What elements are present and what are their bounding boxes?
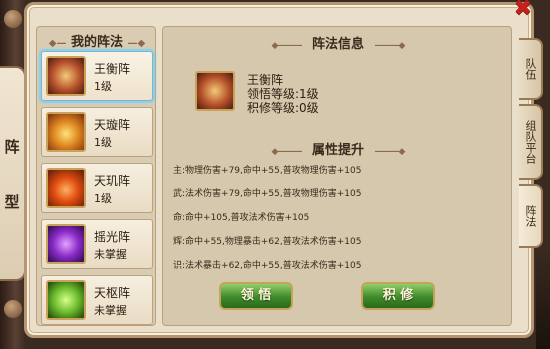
attribute-line: 武:法术伤害+79,命中+55,普攻物理伤害+105	[173, 189, 362, 199]
formation-level: 未掌握	[94, 248, 127, 261]
formation-list-title: ◆— 我的阵法 —◆	[37, 31, 157, 50]
tab-team[interactable]: 队伍	[519, 38, 543, 100]
formation-item-yaoguang[interactable]: 摇光阵 未掌握	[41, 219, 153, 269]
formation-info-title-text: 阵法信息	[311, 37, 364, 52]
formation-list-title-text: 我的阵法	[70, 35, 123, 50]
tab-formation[interactable]: 阵法	[519, 184, 543, 248]
formation-name: 天玑阵	[94, 174, 131, 188]
tab-team-platform[interactable]: 组队平台	[519, 104, 543, 180]
tab-formation-label: 阵法	[524, 205, 537, 227]
wangheng-formation-icon	[195, 71, 235, 111]
formation-item-wangheng[interactable]: 王衡阵 1级	[41, 51, 153, 101]
formation-list-panel: ◆— 我的阵法 —◆ 王衡阵 1级 天璇阵 1级 天玑阵 1级 摇光阵 未掌握 …	[36, 26, 156, 326]
side-tab-formation[interactable]: 阵 型	[0, 66, 26, 281]
attribute-line: 辉:命中+55,物理暴击+62,普攻法术伤害+105	[173, 237, 362, 247]
side-tab-char: 阵	[4, 137, 20, 156]
formation-name: 天璇阵	[94, 118, 131, 132]
tab-team-label: 队伍	[524, 58, 537, 80]
formation-item-tianji[interactable]: 天玑阵 1级	[41, 163, 153, 213]
formation-level: 1级	[94, 136, 112, 149]
train-level: 积修等级:0级	[247, 101, 319, 115]
learn-button[interactable]: 领 悟	[219, 282, 293, 310]
formation-info-panel: ◆——— 阵法信息 ———◆ 王衡阵 领悟等级:1级 积修等级:0级 ◆——— …	[162, 26, 512, 326]
tab-team-platform-label: 组队平台	[524, 120, 537, 164]
attribute-line: 识:法术暴击+62,命中+55,普攻法术伤害+105	[173, 261, 362, 271]
ornament-left-icon: ◆———	[271, 41, 303, 51]
side-tab-char: 型	[4, 192, 20, 211]
tianji-formation-icon	[46, 168, 86, 208]
formation-item-tianxuan[interactable]: 天璇阵 1级	[41, 107, 153, 157]
formation-name: 王衡阵	[94, 62, 131, 76]
ornament-right-icon: —◆	[127, 38, 146, 49]
formation-item-tianshu[interactable]: 天枢阵 未掌握	[41, 275, 153, 325]
decor-knob	[4, 300, 22, 318]
ornament-left-icon: ◆———	[271, 147, 303, 157]
decor-knob	[4, 10, 22, 28]
attribute-title: ◆——— 属性提升 ———◆	[163, 139, 513, 158]
close-icon[interactable]: ✖	[509, 0, 537, 20]
right-edge-decor	[536, 250, 550, 349]
attribute-line: 主:物理伤害+79,命中+55,普攻物理伤害+105	[173, 166, 362, 176]
tianxuan-formation-icon	[46, 112, 86, 152]
wangheng-formation-icon	[46, 56, 86, 96]
attribute-line: 命:命中+105,普攻法术伤害+105	[173, 213, 310, 223]
ornament-right-icon: ———◆	[374, 41, 406, 51]
train-button[interactable]: 积 修	[361, 282, 435, 310]
formation-level: 未掌握	[94, 304, 127, 317]
attribute-title-text: 属性提升	[311, 143, 364, 158]
formation-name: 摇光阵	[94, 230, 131, 244]
yaoguang-formation-icon	[46, 224, 86, 264]
formation-info-title: ◆——— 阵法信息 ———◆	[163, 33, 513, 52]
formation-name: 天枢阵	[94, 286, 131, 300]
ornament-left-icon: ◆—	[48, 38, 67, 49]
formation-level: 1级	[94, 80, 112, 93]
tianshu-formation-icon	[46, 280, 86, 320]
formation-level: 1级	[94, 192, 112, 205]
ornament-right-icon: ———◆	[374, 147, 406, 157]
